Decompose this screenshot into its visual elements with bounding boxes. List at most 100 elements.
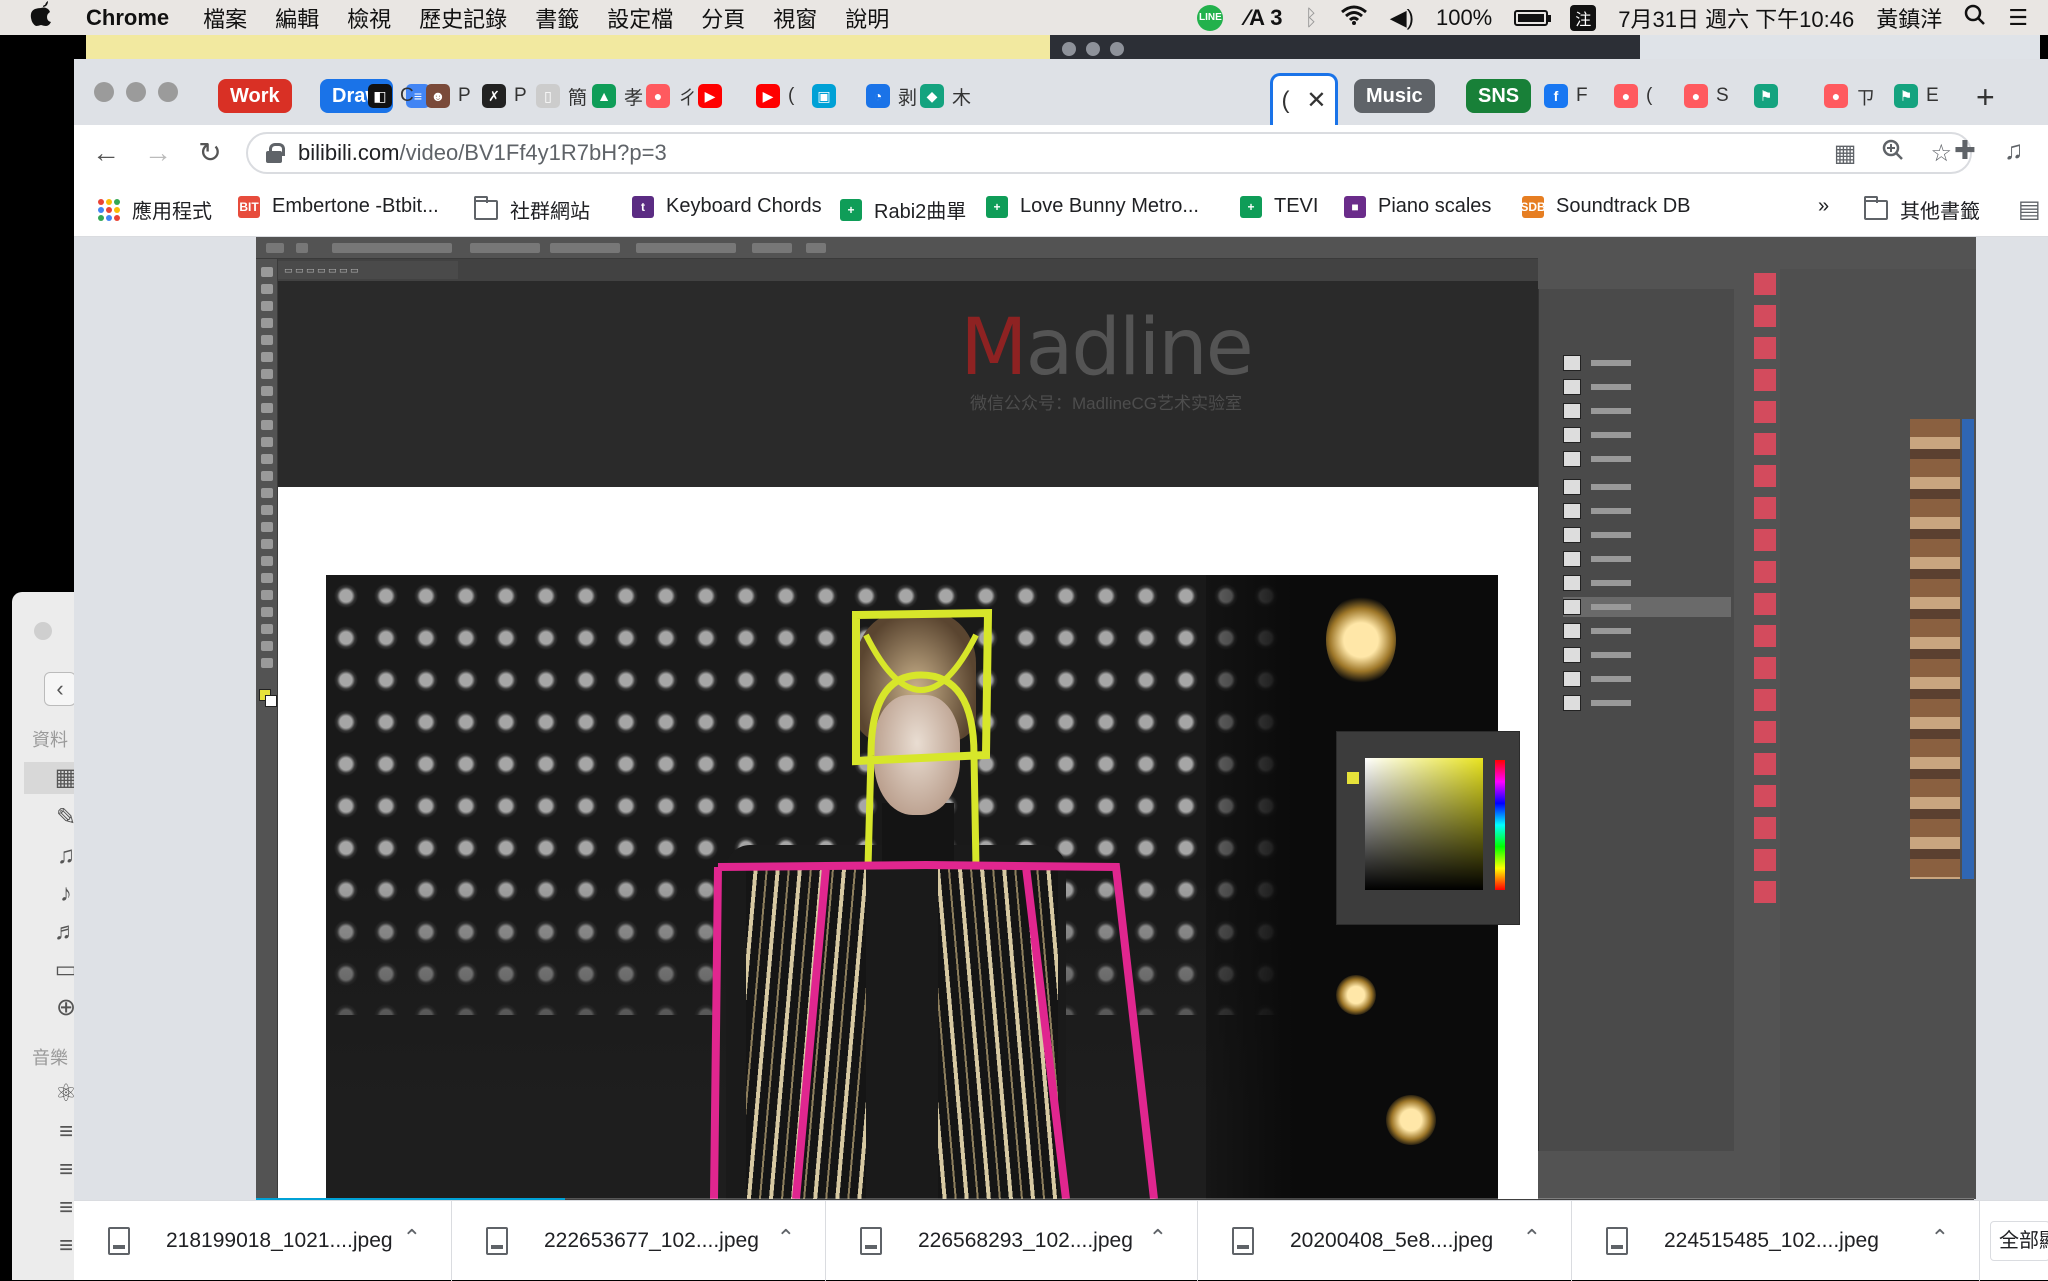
bookmark-item[interactable]: 社群網站 (474, 195, 590, 224)
clock[interactable]: 7月31日 週六 下午10:46 (1618, 2, 1854, 34)
tab-item[interactable]: ● ㄗ (1824, 81, 1875, 111)
battery-icon[interactable] (1514, 9, 1552, 26)
ps-swatches-panel (1780, 269, 1976, 1199)
download-item[interactable]: 222653677_102....jpeg ⌃ (452, 1201, 826, 1281)
ps-brush-preset (1754, 625, 1776, 647)
search-icon[interactable] (1964, 4, 1986, 32)
tab-title: ㄔ (678, 87, 698, 109)
tab-group-sns[interactable]: SNS (1466, 79, 1532, 113)
menu-edit[interactable]: 編輯 (275, 2, 319, 34)
download-item[interactable]: 218199018_1021....jpeg ⌃ (74, 1201, 452, 1281)
lock-icon[interactable] (266, 143, 285, 163)
menu-view[interactable]: 檢視 (347, 2, 391, 34)
reading-list-icon[interactable]: ▤ (2018, 195, 2041, 224)
bookmark-item[interactable]: 應用程式 (98, 195, 212, 224)
extensions-icon[interactable]: ✚ (1954, 135, 1976, 166)
tab-item[interactable]: ●( (1614, 81, 1652, 111)
tab-item[interactable]: ▯ 簡 (536, 81, 587, 111)
tab-item[interactable]: ● ㄔ (646, 81, 697, 111)
tab-item[interactable]: ✗ P (482, 81, 527, 111)
tab-item[interactable]: ☻ P (426, 81, 471, 111)
user-name[interactable]: 黃鎮洋 (1876, 2, 1942, 34)
ps-layer-row (1563, 449, 1731, 469)
new-tab-button[interactable]: + (1976, 79, 1995, 116)
chevron-up-icon[interactable]: ⌃ (777, 1225, 795, 1251)
bookmark-item[interactable]: + Rabi2曲單 (840, 195, 966, 224)
browser-toolbar: ← → ↻ bilibili.com /video/BV1Ff4y1R7bH?p… (74, 125, 2048, 181)
tab-active-bilibili[interactable]: ( ✕ (1270, 73, 1338, 125)
chevron-up-icon[interactable]: ⌃ (1149, 1225, 1167, 1251)
tab-item[interactable]: ⚑ E (1894, 81, 1939, 111)
input-method-icon[interactable]: 注 (1570, 4, 1597, 31)
tab-favicon: ◧ (368, 84, 392, 108)
show-all-downloads-button[interactable]: 全部顯示 (1990, 1221, 2048, 1261)
tab-item[interactable]: ◆ 木 (920, 81, 971, 111)
download-item[interactable]: 226568293_102....jpeg ⌃ (826, 1201, 1198, 1281)
wifi-icon[interactable] (1340, 4, 1368, 32)
tab-item[interactable]: ▲ 孝 (592, 81, 643, 111)
window-control-button[interactable] (34, 622, 52, 640)
menu-tab[interactable]: 分頁 (701, 2, 745, 34)
bookmark-label: Soundtrack DB (1556, 195, 1691, 217)
address-bar[interactable]: bilibili.com /video/BV1Ff4y1R7bH?p=3 ▦ ☆ (246, 132, 1972, 174)
tab-item[interactable]: ▶( (756, 81, 794, 111)
menu-help[interactable]: 說明 (845, 2, 889, 34)
video-player[interactable]: ▭ ▭ ▭ ▭ ▭ ▭ ▭ Madline 微信公众号：MadlineCG艺术实… (256, 237, 1976, 1201)
url-path: /video/BV1Ff4y1R7bH?p=3 (399, 140, 667, 165)
close-window-button[interactable] (94, 82, 114, 102)
zoom-icon[interactable] (1882, 139, 1904, 168)
bookmark-item[interactable]: ■ Piano scales (1344, 195, 1491, 218)
bluetooth-icon[interactable]: ᛒ (1305, 5, 1318, 31)
control-center-icon[interactable]: ☰ (2008, 5, 2028, 31)
volume-icon[interactable]: ◀) (1390, 5, 1414, 31)
jpeg-file-icon (108, 1227, 130, 1255)
face-outline (864, 671, 980, 868)
media-controls-icon[interactable]: ♫ (2004, 135, 2024, 166)
reload-icon[interactable]: ↻ (192, 135, 228, 171)
tab-item[interactable]: ⚑ (1754, 81, 1786, 111)
battery-percent[interactable]: 100% (1436, 5, 1492, 31)
download-item[interactable]: 224515485_102....jpeg ⌃ (1572, 1201, 1980, 1281)
tab-item[interactable]: ◔ 剥 (866, 81, 917, 111)
tab-group-music[interactable]: Music (1354, 79, 1435, 113)
forward-arrow-icon[interactable]: → (140, 135, 176, 171)
menu-file[interactable]: 檔案 (203, 2, 247, 34)
bookmark-item[interactable]: + TEVI (1240, 195, 1318, 218)
back-icon[interactable]: ‹ (44, 672, 76, 706)
other-bookmarks-folder[interactable]: 其他書籤 (1864, 195, 1980, 224)
download-filename: 226568293_102....jpeg (918, 1229, 1133, 1252)
menu-history[interactable]: 歷史記錄 (419, 2, 507, 34)
line-app-icon[interactable]: LINE (1197, 4, 1224, 31)
folder-icon (474, 195, 498, 220)
close-tab-icon[interactable]: ✕ (1306, 86, 1326, 115)
bookmarks-overflow-chevron-icon[interactable]: » (1818, 195, 1829, 218)
tab-item[interactable]: ▶ (698, 81, 730, 111)
bookmark-item[interactable]: + Love Bunny Metro... (986, 195, 1199, 218)
tab-item[interactable]: ▣ (812, 81, 844, 111)
menu-window[interactable]: 視窗 (773, 2, 817, 34)
bookmark-item[interactable]: BIT Embertone -Btbit... (238, 195, 439, 218)
menu-bookmarks[interactable]: 書籤 (535, 2, 579, 34)
tab-group-work[interactable]: Work (218, 79, 292, 113)
menu-profiles[interactable]: 設定檔 (607, 2, 673, 34)
zoom-window-button[interactable] (158, 82, 178, 102)
qr-code-icon[interactable]: ▦ (1834, 139, 1857, 168)
chevron-up-icon[interactable]: ⌃ (1523, 1225, 1541, 1251)
apple-icon[interactable] (30, 1, 70, 34)
ps-layer-row (1563, 573, 1731, 593)
adobe-creative-cloud-icon[interactable]: ⁄A 3 (1245, 5, 1282, 31)
chevron-up-icon[interactable]: ⌃ (403, 1225, 421, 1251)
download-item[interactable]: 20200408_5e8....jpeg ⌃ (1198, 1201, 1572, 1281)
back-arrow-icon[interactable]: ← (88, 135, 124, 171)
bookmark-item[interactable]: SDB Soundtrack DB (1520, 195, 1691, 218)
app-menu-chrome[interactable]: Chrome (86, 5, 169, 31)
bookmark-star-icon[interactable]: ☆ (1930, 139, 1952, 168)
ps-tool-icon (261, 573, 273, 583)
minimize-window-button[interactable] (126, 82, 146, 102)
tab-item[interactable]: ● S (1684, 81, 1729, 111)
tab-item[interactable]: fF (1544, 81, 1588, 111)
ps-brush-preset (1754, 465, 1776, 487)
tab-item[interactable]: ◧ C (368, 81, 414, 111)
bookmark-item[interactable]: t Keyboard Chords (632, 195, 822, 218)
chevron-up-icon[interactable]: ⌃ (1931, 1225, 1949, 1251)
